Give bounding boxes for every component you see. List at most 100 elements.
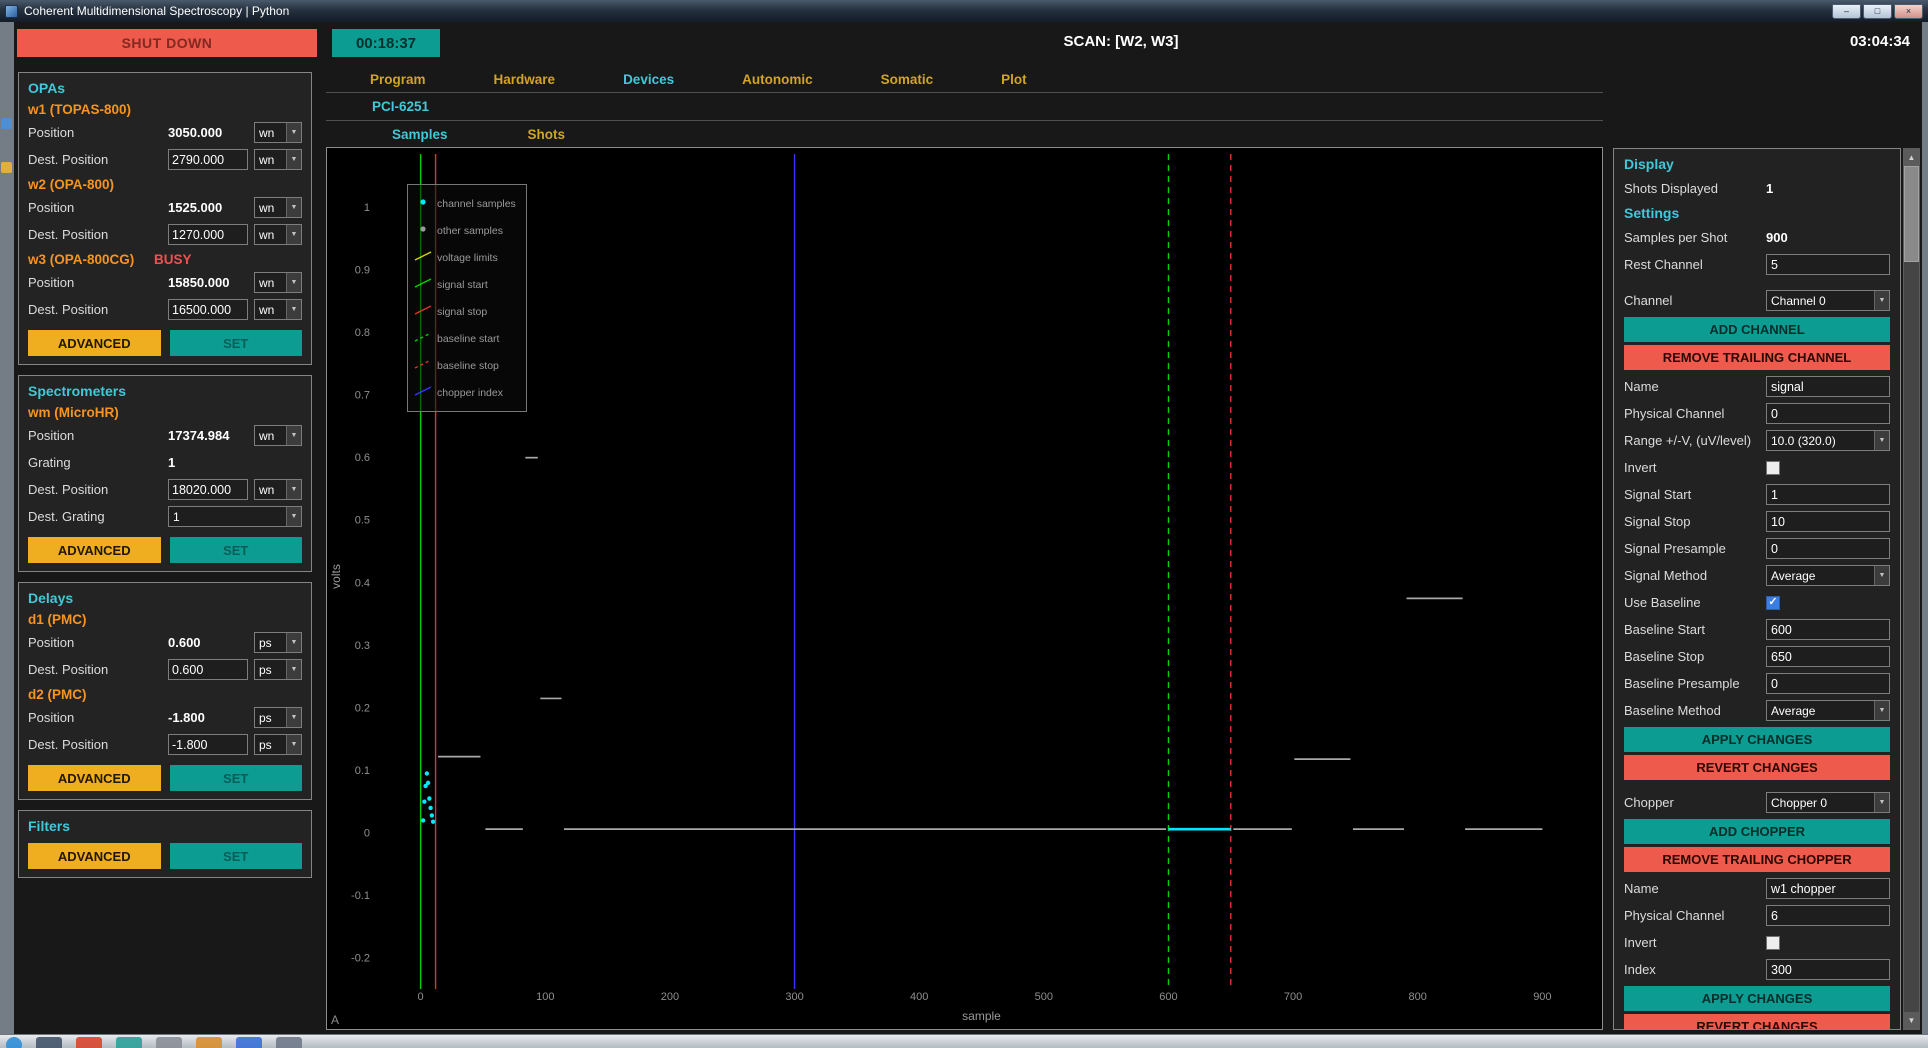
rest-channel-row: Rest Channel [1624, 251, 1890, 278]
apply-changes-button[interactable]: APPLY CHANGES [1624, 727, 1890, 752]
units-combo[interactable]: wn ▼ [254, 224, 302, 245]
taskbar-icon[interactable] [76, 1037, 102, 1048]
taskbar-icon[interactable] [276, 1037, 302, 1048]
taskbar-icon[interactable] [156, 1037, 182, 1048]
taskbar-icon[interactable] [196, 1037, 222, 1048]
revert-changes-button[interactable]: REVERT CHANGES [1624, 755, 1890, 780]
taskbar-icon[interactable] [236, 1037, 262, 1048]
dest-position-input[interactable] [168, 299, 248, 320]
selected-option: 1 [169, 507, 286, 526]
physical-channel-input[interactable] [1766, 403, 1890, 424]
chopper-index-input[interactable] [1766, 959, 1890, 980]
channel-name-row: Name [1624, 373, 1890, 400]
minimize-icon: – [1844, 7, 1849, 16]
dest-position-input[interactable] [168, 149, 248, 170]
shutdown-button[interactable]: SHUT DOWN [17, 29, 317, 57]
remove-trailing-channel-button[interactable]: REMOVE TRAILING CHANNEL [1624, 345, 1890, 370]
samples-plot[interactable]: -0.2-0.100.10.20.30.40.50.60.70.80.91010… [326, 147, 1603, 1030]
start-orb[interactable] [6, 1037, 22, 1048]
units-combo[interactable]: ps ▼ [254, 659, 302, 680]
grating-label: Grating [28, 455, 162, 470]
chevron-down-icon: ▼ [286, 660, 301, 679]
use-baseline-checkbox[interactable]: ✓ [1766, 596, 1780, 610]
desktop-icon[interactable] [1, 162, 12, 173]
set-button[interactable]: SET [170, 537, 303, 563]
advanced-button[interactable]: ADVANCED [28, 330, 161, 356]
units-combo[interactable]: ps ▼ [254, 707, 302, 728]
rest-channel-input[interactable] [1766, 254, 1890, 275]
baseline-stop-input[interactable] [1766, 646, 1890, 667]
shots-displayed-row: Shots Displayed 1 [1624, 175, 1890, 202]
selected-option: ps [255, 660, 286, 679]
signal-stop-input[interactable] [1766, 511, 1890, 532]
chopper-invert-checkbox[interactable]: ✓ [1766, 936, 1780, 950]
channel-select[interactable]: Channel 0 ▼ [1766, 290, 1890, 311]
baseline-start-input[interactable] [1766, 619, 1890, 640]
signal-start-input[interactable] [1766, 484, 1890, 505]
close-button[interactable]: × [1894, 4, 1923, 19]
invert-checkbox[interactable]: ✓ [1766, 461, 1780, 475]
scrollbar-track[interactable] [1904, 166, 1919, 1012]
spectrometers-title: Spectrometers [28, 382, 302, 401]
advanced-button[interactable]: ADVANCED [28, 765, 161, 791]
set-button[interactable]: SET [170, 765, 303, 791]
autoscale-button[interactable]: A [331, 1013, 339, 1027]
filters-title: Filters [28, 817, 302, 836]
units-combo[interactable]: wn ▼ [254, 122, 302, 143]
units-combo[interactable]: wn ▼ [254, 479, 302, 500]
dest-position-input[interactable] [168, 734, 248, 755]
tab-shots[interactable]: Shots [528, 127, 566, 142]
dest-position-input[interactable] [168, 479, 248, 500]
desktop-icon[interactable] [1, 118, 12, 129]
add-channel-button[interactable]: ADD CHANNEL [1624, 317, 1890, 342]
svg-text:0.2: 0.2 [355, 702, 370, 714]
chopper-name-input[interactable] [1766, 878, 1890, 899]
dest-position-input[interactable] [168, 224, 248, 245]
hardware-sidebar: OPAs w1 (TOPAS-800) Position 3050.000 wn… [14, 64, 316, 1034]
units-combo[interactable]: wn ▼ [254, 272, 302, 293]
channel-name-input[interactable] [1766, 376, 1890, 397]
tab-devices[interactable]: Devices [623, 72, 674, 87]
units-combo[interactable]: wn ▼ [254, 149, 302, 170]
apply-chopper-changes-button[interactable]: APPLY CHANGES [1624, 986, 1890, 1011]
chopper-physical-channel-input[interactable] [1766, 905, 1890, 926]
minimize-button[interactable]: – [1832, 4, 1861, 19]
baseline-presample-input[interactable] [1766, 673, 1890, 694]
units-combo[interactable]: ps ▼ [254, 734, 302, 755]
svg-text:0.3: 0.3 [355, 640, 370, 652]
units-combo[interactable]: ps ▼ [254, 632, 302, 653]
range-select[interactable]: 10.0 (320.0) ▼ [1766, 430, 1890, 451]
units-combo[interactable]: wn ▼ [254, 425, 302, 446]
position-value: 3050.000 [168, 125, 248, 140]
tab-program[interactable]: Program [370, 72, 426, 87]
scrollbar-thumb[interactable] [1904, 166, 1919, 262]
chopper-select[interactable]: Chopper 0 ▼ [1766, 792, 1890, 813]
signal-method-select[interactable]: Average ▼ [1766, 565, 1890, 586]
scroll-down-button[interactable]: ▼ [1904, 1012, 1919, 1029]
signal-presample-input[interactable] [1766, 538, 1890, 559]
dest-position-input[interactable] [168, 659, 248, 680]
set-button[interactable]: SET [170, 330, 303, 356]
maximize-button[interactable]: □ [1863, 4, 1892, 19]
taskbar-icon[interactable] [36, 1037, 62, 1048]
units-combo[interactable]: wn ▼ [254, 299, 302, 320]
tab-autonomic[interactable]: Autonomic [742, 72, 813, 87]
taskbar[interactable] [0, 1034, 1928, 1048]
add-chopper-button[interactable]: ADD CHOPPER [1624, 819, 1890, 844]
scroll-up-button[interactable]: ▲ [1904, 149, 1919, 166]
tab-samples[interactable]: Samples [392, 127, 448, 142]
right-panel-scrollbar[interactable]: ▲ ▼ [1903, 148, 1920, 1030]
dest-grating-select[interactable]: 1 ▼ [168, 506, 302, 527]
tab-somatic[interactable]: Somatic [881, 72, 934, 87]
tab-hardware[interactable]: Hardware [494, 72, 556, 87]
set-button[interactable]: SET [170, 843, 303, 869]
revert-chopper-changes-button[interactable]: REVERT CHANGES [1624, 1014, 1890, 1030]
legend-marker [412, 384, 434, 401]
units-combo[interactable]: wn ▼ [254, 197, 302, 218]
baseline-method-select[interactable]: Average ▼ [1766, 700, 1890, 721]
advanced-button[interactable]: ADVANCED [28, 843, 161, 869]
tab-plot[interactable]: Plot [1001, 72, 1027, 87]
advanced-button[interactable]: ADVANCED [28, 537, 161, 563]
taskbar-icon[interactable] [116, 1037, 142, 1048]
remove-trailing-chopper-button[interactable]: REMOVE TRAILING CHOPPER [1624, 847, 1890, 872]
